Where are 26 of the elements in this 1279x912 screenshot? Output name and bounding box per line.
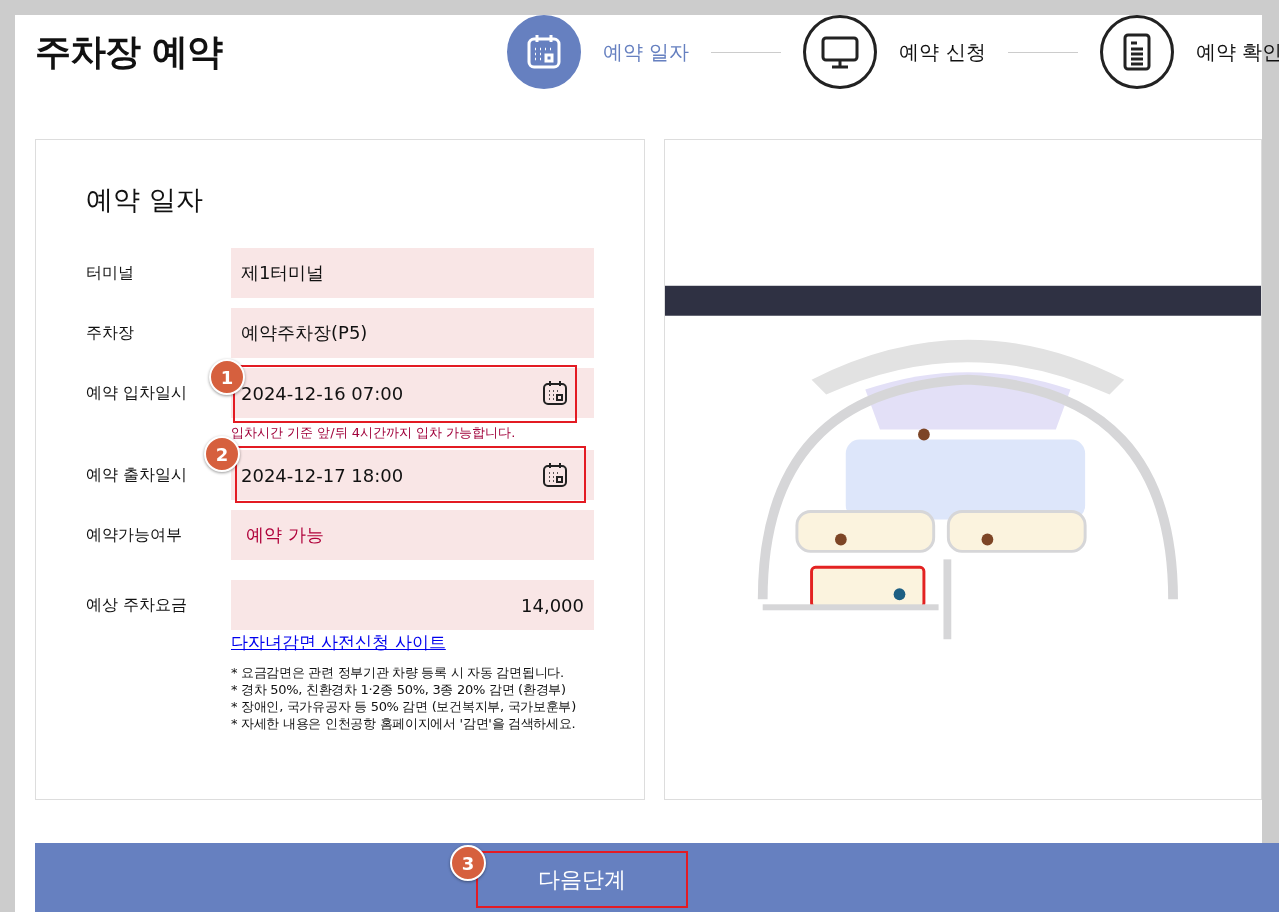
step-badge: 3 <box>450 845 486 881</box>
input-field[interactable]: 예약주차장(P5) <box>231 308 594 358</box>
page-title: 주차장 예약 <box>35 29 222 74</box>
date-field[interactable]: 2024-12-17 18:00 <box>231 450 594 500</box>
note-text: * 장애인, 국가유공자 등 50% 감면 (보건복지부, 국가보훈부) <box>231 698 577 715</box>
fee-field: 14,000 <box>231 580 594 630</box>
section-title: 예약 일자 <box>86 183 204 217</box>
status-field: 예약 가능 <box>231 510 594 560</box>
step-label[interactable]: 예약 신청 <box>899 38 986 66</box>
field-label: 예상 주차요금 <box>86 594 189 616</box>
field-label: 예약가능여부 <box>86 524 183 546</box>
step-label[interactable]: 예약 확인 <box>1195 38 1279 66</box>
field-label: 터미널 <box>86 262 135 284</box>
field-label: 주차장 <box>86 322 135 344</box>
next-step-button[interactable]: 다음단계 <box>476 851 688 908</box>
note-text: * 자세한 내용은 인천공항 홈페이지에서 '감면'을 검색하세요. <box>231 715 577 732</box>
calendar-icon[interactable] <box>542 462 568 488</box>
note-text: * 요금감면은 관련 정부기관 차량 등록 시 자동 감면됩니다. <box>231 664 565 681</box>
input-field[interactable]: 제1터미널 <box>231 248 594 298</box>
discount-link[interactable]: 다자녀감면 사전신청 사이트 <box>231 632 446 652</box>
step-label[interactable]: 예약 일자 <box>602 38 690 66</box>
calendar-icon[interactable] <box>542 380 568 406</box>
field-label: 예약 출차일시 <box>86 464 189 486</box>
date-field[interactable]: 2024-12-16 07:00 <box>231 368 594 418</box>
note-text: * 경차 50%, 친환경차 1·2종 50%, 3종 20% 감면 (환경부) <box>231 681 567 698</box>
field-label: 예약 입차일시 <box>86 382 189 404</box>
